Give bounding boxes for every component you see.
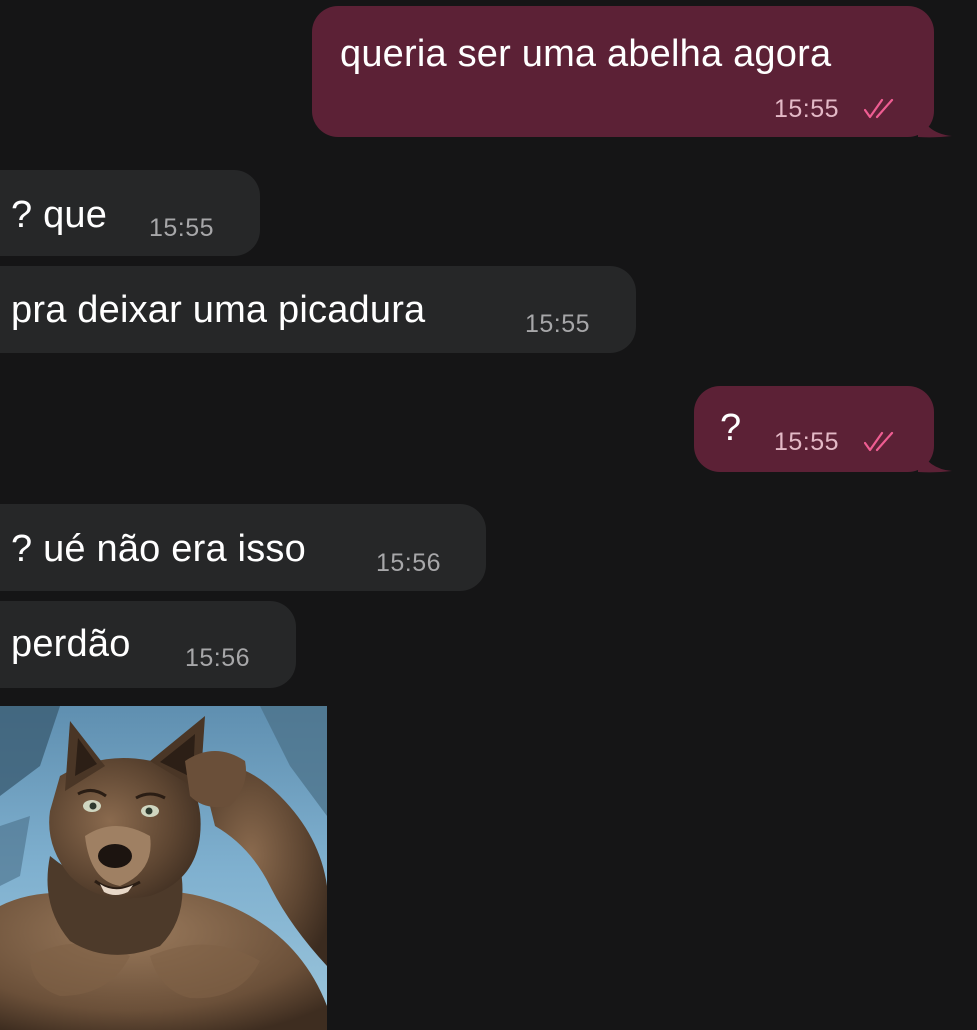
message-text: queria ser uma abelha agora bbox=[340, 33, 832, 75]
chat-thread: queria ser uma abelha agora 15:55 ? que … bbox=[0, 0, 977, 1030]
double-check-icon bbox=[864, 98, 894, 119]
message-bubble-incoming[interactable]: pra deixar uma picadura 15:55 bbox=[0, 266, 636, 353]
message-bubble-incoming[interactable]: ? que 15:55 bbox=[0, 170, 260, 256]
message-text: pra deixar uma picadura bbox=[11, 289, 426, 331]
message-text: ? ué não era isso bbox=[11, 528, 306, 570]
message-bubble-incoming[interactable]: perdão 15:56 bbox=[0, 601, 296, 688]
message-text: perdão bbox=[11, 623, 131, 665]
message-bubble-outgoing[interactable]: ? 15:55 bbox=[694, 386, 952, 473]
werewolf-photo-icon bbox=[0, 706, 327, 1030]
message-text: ? que bbox=[11, 194, 108, 236]
message-text: ? bbox=[720, 407, 742, 449]
bubble-tail bbox=[918, 447, 952, 473]
bubble-tail bbox=[918, 112, 952, 138]
message-timestamp: 15:56 bbox=[376, 549, 442, 577]
message-timestamp: 15:55 bbox=[774, 428, 840, 456]
message-timestamp: 15:55 bbox=[774, 95, 840, 123]
message-bubble-outgoing[interactable]: queria ser uma abelha agora 15:55 bbox=[312, 6, 952, 138]
message-timestamp: 15:55 bbox=[149, 214, 215, 242]
message-timestamp: 15:56 bbox=[185, 644, 251, 672]
message-image-werewolf[interactable] bbox=[0, 706, 327, 1030]
message-timestamp: 15:55 bbox=[525, 310, 591, 338]
message-bubble-incoming[interactable]: ? ué não era isso 15:56 bbox=[0, 504, 486, 591]
double-check-icon bbox=[864, 431, 894, 452]
